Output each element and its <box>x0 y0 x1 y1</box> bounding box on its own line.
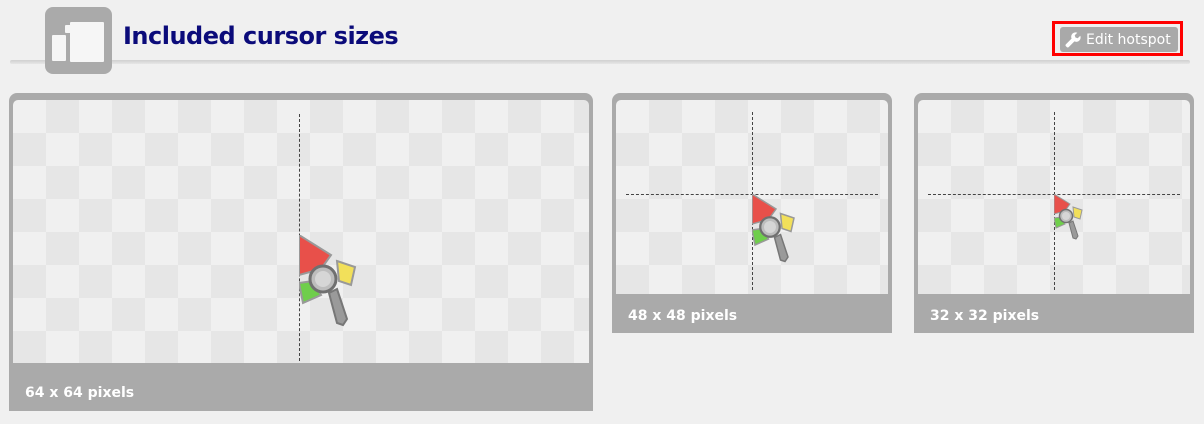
preview-card-64: 64 x 64 pixels <box>9 93 593 411</box>
edit-hotspot-label: Edit hotspot <box>1086 31 1171 48</box>
preview-canvas-64 <box>13 100 589 363</box>
preview-card-32: 32 x 32 pixels <box>914 93 1194 333</box>
cursor-sizes-icon <box>45 7 112 74</box>
header-divider <box>10 60 1190 64</box>
wrench-icon <box>1065 31 1081 47</box>
magnifier-pointer-icon <box>752 194 795 263</box>
magnifier-pointer-icon <box>299 235 357 327</box>
preview-size-label: 48 x 48 pixels <box>628 308 738 324</box>
preview-canvas-32 <box>918 100 1190 294</box>
preview-canvas-48 <box>616 100 888 294</box>
page-title: Included cursor sizes <box>123 22 399 50</box>
preview-card-48: 48 x 48 pixels <box>612 93 892 333</box>
preview-size-label: 32 x 32 pixels <box>930 308 1040 324</box>
preview-size-label: 64 x 64 pixels <box>25 385 135 401</box>
magnifier-pointer-icon <box>1054 194 1083 240</box>
edit-hotspot-button[interactable]: Edit hotspot <box>1060 27 1178 52</box>
